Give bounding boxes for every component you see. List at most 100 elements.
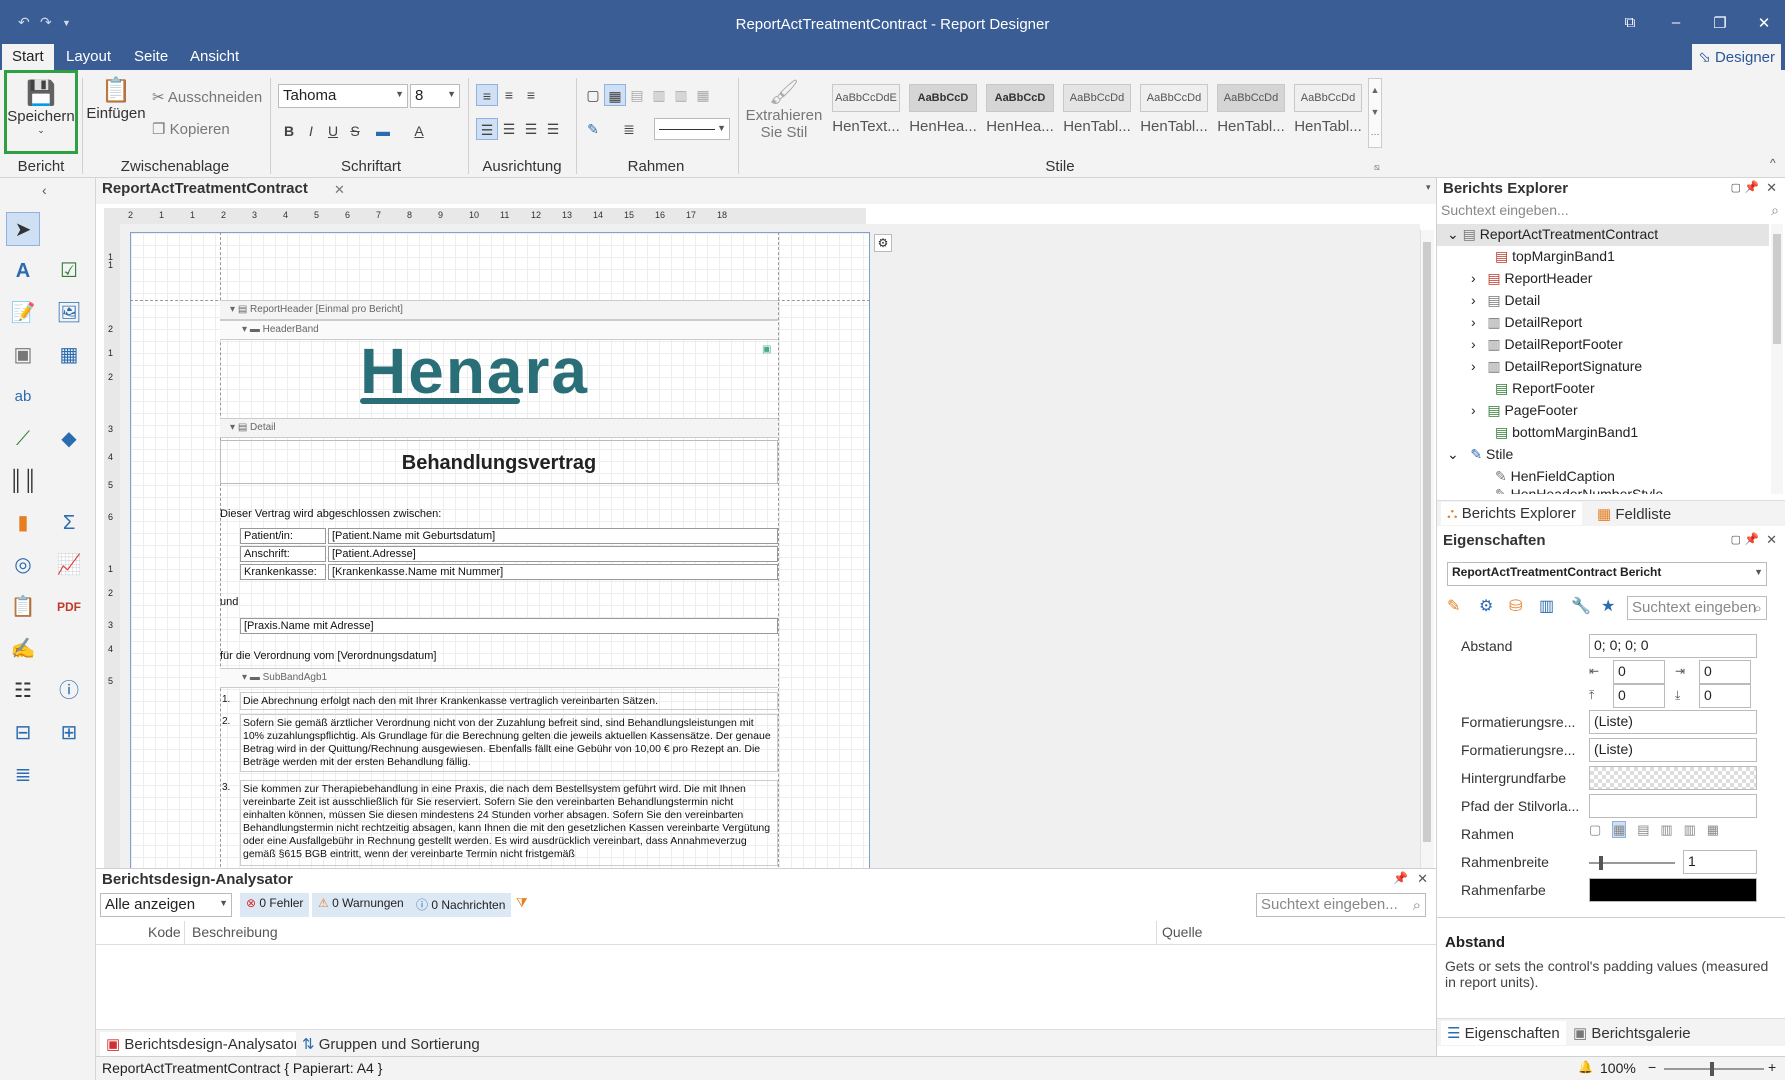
border-left-icon[interactable]: ▤: [626, 84, 648, 106]
border-color-icon[interactable]: ✎: [582, 118, 604, 140]
collapse-icon[interactable]: ▾: [242, 672, 247, 683]
style-tile[interactable]: AaBbCcDdE: [832, 84, 900, 112]
bell-icon[interactable]: 🔔: [1578, 1060, 1593, 1074]
panel-tool-icon[interactable]: ▣: [6, 338, 40, 372]
style-tile[interactable]: AaBbCcDd: [1217, 84, 1285, 112]
slider-thumb[interactable]: [1710, 1062, 1714, 1076]
collapse-icon[interactable]: ▾: [230, 422, 235, 433]
sparkline-tool-icon[interactable]: 📈: [52, 548, 86, 582]
tree-item[interactable]: ✎ HenFieldCaption: [1495, 468, 1615, 485]
clause-text[interactable]: Die Abrechnung erfolgt nach den mit Ihre…: [240, 692, 778, 710]
label-tool-icon[interactable]: A: [6, 254, 40, 288]
align-right-icon[interactable]: ☰: [520, 118, 542, 140]
table-tool-icon[interactable]: ▦: [52, 338, 86, 372]
messages-filter-button[interactable]: ⓘ 0 Nachrichten: [410, 893, 512, 917]
padding-bottom-input[interactable]: 0: [1699, 684, 1751, 708]
tree-item[interactable]: ▤ topMarginBand1: [1495, 248, 1615, 265]
border-inner-icon[interactable]: ▦: [604, 84, 626, 106]
layout-icon[interactable]: ▥: [1539, 596, 1554, 616]
praxis-value[interactable]: [Praxis.Name mit Adresse]: [240, 618, 778, 634]
align-justify-icon[interactable]: ☰: [542, 118, 564, 140]
style-tile[interactable]: AaBbCcDd: [1140, 84, 1208, 112]
underline-button[interactable]: U: [322, 120, 344, 142]
align-top-icon[interactable]: ≡: [476, 84, 498, 106]
insurance-label[interactable]: Krankenkasse:: [240, 564, 326, 580]
designer-button[interactable]: ⬂ Designer: [1692, 44, 1781, 70]
zoom-in-icon[interactable]: +: [1768, 1059, 1776, 1075]
slider-thumb[interactable]: [1599, 856, 1603, 870]
cut-button[interactable]: ✂ Ausschneiden: [152, 88, 262, 106]
verordnung-text[interactable]: für die Verordnung vom [Verordnungsdatum…: [220, 650, 436, 662]
object-selector[interactable]: ReportActTreatmentContract Bericht ▼: [1447, 562, 1767, 586]
column-kode[interactable]: Kode: [148, 924, 181, 940]
border-width-icon[interactable]: ≣: [618, 118, 640, 140]
filter-combo[interactable]: Alle anzeigen ▼: [100, 893, 232, 917]
tree-item[interactable]: ✎ HenHeaderNumberStyle: [1495, 486, 1663, 494]
tab-dropdown-icon[interactable]: ▾: [1426, 182, 1431, 193]
menu-layout[interactable]: Layout: [66, 48, 111, 65]
pointer-tool-icon[interactable]: ➤: [6, 212, 40, 246]
border-none-icon[interactable]: ▦: [1707, 822, 1719, 837]
style-tile[interactable]: AaBbCcDd: [1063, 84, 1131, 112]
band-sub-agb[interactable]: ▾ ▬ SubBandAgb1: [220, 668, 778, 688]
line-tool-icon[interactable]: ⟋: [6, 422, 40, 456]
tab-gallery[interactable]: ▣ Berichtsgalerie: [1567, 1021, 1697, 1045]
company-logo[interactable]: Henara: [360, 336, 589, 406]
restore-icon[interactable]: ⧉: [1618, 14, 1642, 31]
column-quelle[interactable]: Quelle: [1162, 924, 1202, 940]
collapse-icon[interactable]: ▾: [242, 324, 247, 335]
chevron-left-icon[interactable]: ‹: [42, 182, 47, 198]
maximize-icon[interactable]: ❐: [1708, 14, 1732, 32]
behavior-icon[interactable]: ⚙: [1479, 596, 1493, 616]
save-button[interactable]: 💾 Speichern ⌄: [4, 70, 78, 154]
clause-text[interactable]: Sie kommen zur Therapiebehandlung in ein…: [240, 780, 778, 866]
paste-button[interactable]: 📋 Einfügen: [86, 76, 146, 122]
page-info-tool-icon[interactable]: ⓘ: [52, 674, 86, 708]
page-break-tool-icon[interactable]: ⊟: [6, 716, 40, 750]
style-tile[interactable]: AaBbCcDd: [1294, 84, 1362, 112]
signature-tool-icon[interactable]: ✍: [6, 632, 40, 666]
clear-filter-icon[interactable]: ⧩: [516, 895, 528, 911]
tab-explorer[interactable]: ⛬ Berichts Explorer: [1441, 502, 1582, 525]
highlight-color-icon[interactable]: ▬: [372, 120, 394, 142]
data-icon[interactable]: ⛁: [1509, 596, 1522, 616]
zoom-level[interactable]: 100%: [1600, 1060, 1636, 1076]
copy-button[interactable]: ❐ Kopieren: [152, 120, 230, 138]
tree-root[interactable]: ⌄ ▤ ReportActTreatmentContract: [1437, 224, 1769, 246]
zoom-out-icon[interactable]: −: [1648, 1059, 1656, 1075]
border-width-slider[interactable]: [1589, 856, 1675, 870]
pin-icon[interactable]: 📌: [1393, 871, 1408, 885]
padding-top-input[interactable]: 0: [1613, 684, 1665, 708]
style-tile[interactable]: AaBbCcD: [986, 84, 1054, 112]
float-icon[interactable]: ▢: [1731, 533, 1741, 546]
und-text[interactable]: und: [220, 596, 238, 608]
menu-seite[interactable]: Seite: [134, 48, 168, 65]
insurance-value[interactable]: [Krankenkasse.Name mit Nummer]: [328, 564, 778, 580]
font-size-combo[interactable]: 8 ▼: [410, 84, 460, 108]
tab-groups[interactable]: ⇅ Gruppen und Sortierung: [296, 1032, 486, 1056]
align-middle-icon[interactable]: ≡: [498, 84, 520, 106]
close-icon[interactable]: ✕: [1752, 14, 1776, 32]
italic-button[interactable]: I: [300, 120, 322, 142]
style-tile[interactable]: AaBbCcD: [909, 84, 977, 112]
close-icon[interactable]: ✕: [1766, 180, 1777, 196]
explorer-search-input[interactable]: Suchtext eingeben... ⌕: [1439, 200, 1783, 222]
band-detail[interactable]: ▾ ▤ Detail: [220, 418, 778, 438]
properties-search-input[interactable]: Suchtext eingeben ⌕: [1627, 596, 1767, 620]
errors-filter-button[interactable]: ⊗ 0 Fehler: [240, 893, 310, 917]
pdf-tool-icon[interactable]: PDF: [52, 590, 86, 624]
prop-rahmenbreite-input[interactable]: 1: [1683, 850, 1757, 874]
picture-tool-icon[interactable]: 🖼: [52, 296, 86, 330]
smart-tag-gear-icon[interactable]: ⚙: [874, 234, 892, 252]
patient-value[interactable]: [Patient.Name mit Geburtsdatum]: [328, 528, 778, 544]
patient-label[interactable]: Patient/in:: [240, 528, 326, 544]
border-bottom-icon[interactable]: ▥: [670, 84, 692, 106]
border-inner-icon[interactable]: ▦: [1612, 821, 1627, 838]
tree-item[interactable]: › ▥ DetailReport: [1471, 314, 1582, 331]
border-none-icon[interactable]: ▦: [692, 84, 714, 106]
band-report-header[interactable]: ▾ ▤ ReportHeader [Einmal pro Bericht]: [220, 300, 778, 320]
analyzer-search-input[interactable]: Suchtext eingeben... ⌕: [1256, 893, 1426, 917]
canvas-vertical-scrollbar[interactable]: [1420, 230, 1434, 868]
tree-styles-node[interactable]: ⌄ ✎ Stile: [1447, 446, 1513, 463]
prop-border-color-swatch[interactable]: [1589, 878, 1757, 902]
